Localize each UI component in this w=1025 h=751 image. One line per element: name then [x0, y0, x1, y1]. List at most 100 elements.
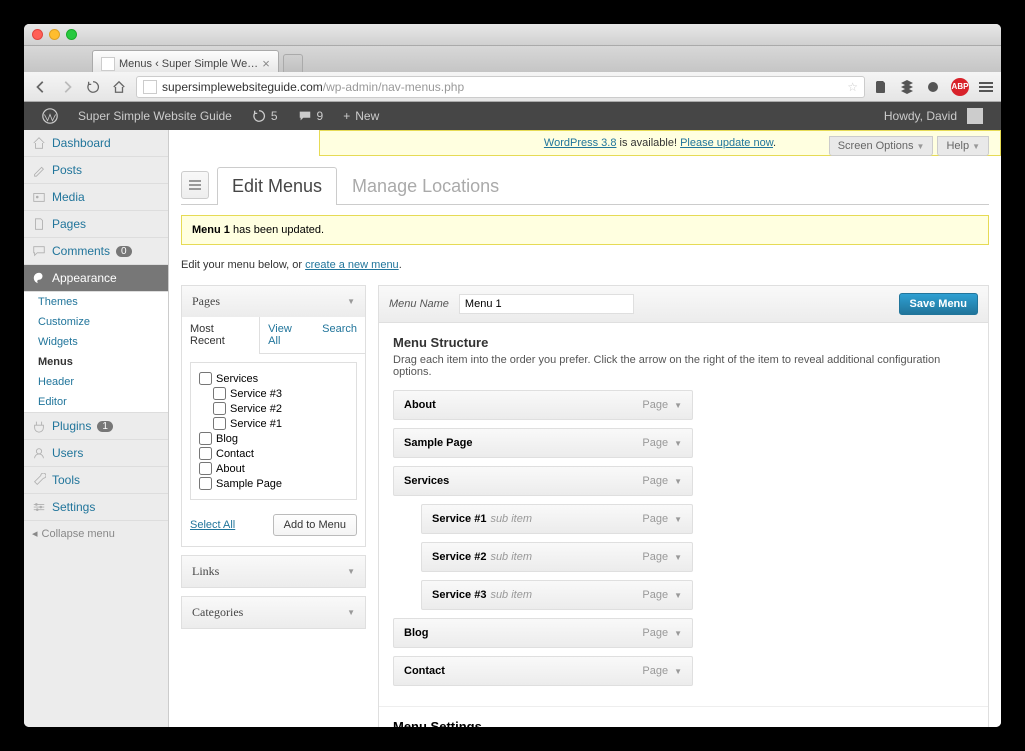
menu-item[interactable]: ServicesPage ▼ — [393, 466, 693, 496]
page-checkbox-about[interactable]: About — [199, 461, 348, 476]
chevron-down-icon: ▼ — [674, 515, 682, 524]
add-to-menu-button[interactable]: Add to Menu — [273, 514, 357, 536]
reload-button[interactable] — [84, 78, 102, 96]
chevron-down-icon: ▼ — [674, 477, 682, 486]
help-button[interactable]: Help ▼ — [937, 136, 989, 156]
menu-item-toggle[interactable]: Page ▼ — [642, 399, 682, 411]
metabox-tab-viewall[interactable]: View All — [260, 317, 314, 353]
page-tabs: Edit Menus Manage Locations — [181, 166, 989, 205]
content-area: Screen Options ▼ Help ▼ WordPress 3.8 is… — [169, 130, 1001, 727]
chrome-menu-icon[interactable] — [979, 82, 993, 92]
new-tab-button[interactable] — [283, 54, 303, 72]
update-now-link[interactable]: Please update now — [680, 137, 773, 149]
chevron-down-icon: ▼ — [674, 439, 682, 448]
submenu-menus[interactable]: Menus — [24, 352, 168, 372]
create-menu-link[interactable]: create a new menu — [305, 259, 399, 271]
comments-link[interactable]: 9 — [288, 102, 334, 130]
close-window-icon[interactable] — [32, 29, 43, 40]
submenu-widgets[interactable]: Widgets — [24, 332, 168, 352]
extension-icon[interactable] — [925, 79, 941, 95]
menu-item[interactable]: Sample PagePage ▼ — [393, 428, 693, 458]
menu-name-input[interactable] — [459, 294, 634, 314]
menu-item[interactable]: Service #2sub itemPage ▼ — [421, 542, 693, 572]
menu-item-toggle[interactable]: Page ▼ — [642, 475, 682, 487]
menu-item-toggle[interactable]: Page ▼ — [642, 437, 682, 449]
menu-item[interactable]: AboutPage ▼ — [393, 390, 693, 420]
screen-options-button[interactable]: Screen Options ▼ — [829, 136, 934, 156]
metabox-tab-search[interactable]: Search — [314, 317, 365, 353]
tab-edit-menus[interactable]: Edit Menus — [217, 167, 337, 205]
page-checkbox-blog[interactable]: Blog — [199, 431, 348, 446]
metabox-links-toggle[interactable]: Links▼ — [182, 556, 365, 587]
evernote-icon[interactable] — [873, 79, 889, 95]
save-menu-button[interactable]: Save Menu — [899, 293, 978, 315]
page-checkbox-contact[interactable]: Contact — [199, 446, 348, 461]
submenu-header[interactable]: Header — [24, 372, 168, 392]
menu-item[interactable]: BlogPage ▼ — [393, 618, 693, 648]
admin-sidebar: Dashboard Posts Media Pages Comments0 Ap… — [24, 130, 169, 727]
sidebar-item-plugins[interactable]: Plugins1 — [24, 413, 168, 440]
star-icon[interactable]: ☆ — [847, 80, 858, 94]
zoom-window-icon[interactable] — [66, 29, 77, 40]
sidebar-item-media[interactable]: Media — [24, 184, 168, 211]
menu-item-toggle[interactable]: Page ▼ — [642, 627, 682, 639]
site-icon — [143, 80, 157, 94]
back-button[interactable] — [32, 78, 50, 96]
admin-bar: Super Simple Website Guide 5 9 + New How… — [24, 102, 1001, 130]
page-checkbox-service2[interactable]: Service #2 — [199, 401, 348, 416]
url-text: supersimplewebsiteguide.com/wp-admin/nav… — [162, 80, 464, 94]
tab-manage-locations[interactable]: Manage Locations — [337, 167, 514, 205]
address-bar[interactable]: supersimplewebsiteguide.com/wp-admin/nav… — [136, 76, 865, 98]
buffer-icon[interactable] — [899, 79, 915, 95]
metabox-tab-recent[interactable]: Most Recent — [182, 317, 260, 354]
submenu-editor[interactable]: Editor — [24, 392, 168, 412]
sidebar-item-tools[interactable]: Tools — [24, 467, 168, 494]
page-checkbox-sample[interactable]: Sample Page — [199, 476, 348, 491]
site-name[interactable]: Super Simple Website Guide — [68, 102, 242, 130]
browser-toolbar: supersimplewebsiteguide.com/wp-admin/nav… — [24, 72, 1001, 102]
menu-item-toggle[interactable]: Page ▼ — [642, 665, 682, 677]
adblock-icon[interactable]: ABP — [951, 78, 969, 96]
sidebar-item-users[interactable]: Users — [24, 440, 168, 467]
metabox-pages-toggle[interactable]: Pages▼ — [182, 286, 365, 317]
sidebar-item-posts[interactable]: Posts — [24, 157, 168, 184]
sidebar-item-pages[interactable]: Pages — [24, 211, 168, 238]
sidebar-item-dashboard[interactable]: Dashboard — [24, 130, 168, 157]
submenu-themes[interactable]: Themes — [24, 292, 168, 312]
chevron-down-icon: ▼ — [674, 591, 682, 600]
wp-version-link[interactable]: WordPress 3.8 — [544, 137, 617, 149]
howdy-user[interactable]: Howdy, David — [874, 102, 993, 130]
menu-item[interactable]: ContactPage ▼ — [393, 656, 693, 686]
edit-hint: Edit your menu below, or create a new me… — [181, 259, 989, 271]
page-checkbox-services[interactable]: Services — [199, 371, 348, 386]
page-checkbox-service3[interactable]: Service #3 — [199, 386, 348, 401]
browser-tab[interactable]: Menus ‹ Super Simple We… × — [92, 50, 279, 72]
sidebar-item-settings[interactable]: Settings — [24, 494, 168, 521]
close-tab-icon[interactable]: × — [262, 56, 270, 71]
sidebar-item-comments[interactable]: Comments0 — [24, 238, 168, 265]
updates-link[interactable]: 5 — [242, 102, 288, 130]
page-checkbox-service1[interactable]: Service #1 — [199, 416, 348, 431]
menu-item-toggle[interactable]: Page ▼ — [642, 551, 682, 563]
metabox-categories: Categories▼ — [181, 596, 366, 629]
submenu-customize[interactable]: Customize — [24, 312, 168, 332]
chevron-down-icon: ▼ — [347, 567, 355, 576]
metabox-categories-toggle[interactable]: Categories▼ — [182, 597, 365, 628]
wp-logo[interactable] — [32, 102, 68, 130]
tab-title: Menus ‹ Super Simple We… — [119, 58, 258, 70]
home-button[interactable] — [110, 78, 128, 96]
menu-item[interactable]: Service #3sub itemPage ▼ — [421, 580, 693, 610]
collapse-menu[interactable]: ◂ Collapse menu — [24, 521, 168, 546]
pages-checklist: Services Service #3 Service #2 Service #… — [190, 362, 357, 500]
appearance-submenu: Themes Customize Widgets Menus Header Ed… — [24, 292, 168, 413]
forward-button[interactable] — [58, 78, 76, 96]
sidebar-item-appearance[interactable]: Appearance — [24, 265, 168, 292]
chevron-down-icon: ▼ — [674, 401, 682, 410]
select-all-link[interactable]: Select All — [190, 519, 235, 531]
chevron-down-icon: ▼ — [674, 553, 682, 562]
new-content-link[interactable]: + New — [333, 102, 389, 130]
menu-item-toggle[interactable]: Page ▼ — [642, 589, 682, 601]
minimize-window-icon[interactable] — [49, 29, 60, 40]
menu-item-toggle[interactable]: Page ▼ — [642, 513, 682, 525]
menu-item[interactable]: Service #1sub itemPage ▼ — [421, 504, 693, 534]
